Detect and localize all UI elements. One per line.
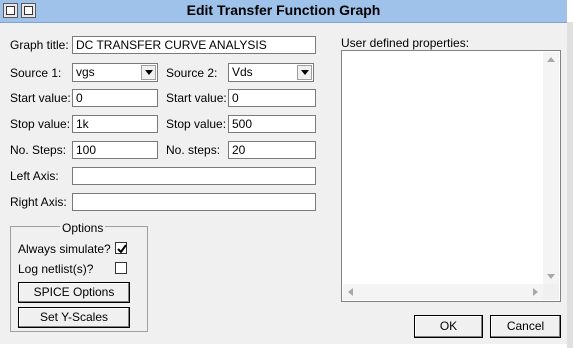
stop-value1-label: Stop value:: [10, 117, 71, 131]
log-netlist-checkbox[interactable]: [115, 262, 127, 274]
vertical-scrollbar[interactable]: [543, 52, 559, 284]
steps1-input[interactable]: [72, 141, 158, 159]
right-axis-input[interactable]: [72, 193, 316, 211]
scroll-up-icon: [547, 57, 555, 62]
always-simulate-checkbox[interactable]: [115, 242, 127, 254]
checkmark-icon: [117, 244, 127, 254]
always-simulate-label: Always simulate?: [18, 242, 111, 256]
left-axis-label: Left Axis:: [10, 169, 59, 183]
edit-transfer-function-dialog: Edit Transfer Function Graph Graph title…: [0, 0, 568, 344]
options-group-title: Options: [60, 221, 106, 235]
user-properties-label: User defined properties:: [341, 36, 470, 50]
source2-dropdown-button[interactable]: [297, 65, 312, 80]
scrollbar-corner: [543, 284, 559, 300]
user-properties-list[interactable]: [341, 50, 561, 302]
stop-value2-input[interactable]: [228, 115, 316, 133]
steps2-label: No. steps:: [166, 143, 221, 157]
background-window-edge: [567, 0, 573, 348]
set-y-scales-button[interactable]: Set Y-Scales: [18, 307, 130, 328]
steps2-input[interactable]: [228, 141, 316, 159]
window-title: Edit Transfer Function Graph: [186, 2, 381, 18]
source2-select[interactable]: Vds: [228, 63, 314, 82]
graph-title-label: Graph title:: [10, 38, 69, 52]
graph-title-input[interactable]: [72, 36, 316, 54]
left-axis-input[interactable]: [72, 167, 316, 185]
steps1-label: No. Steps:: [10, 143, 67, 157]
start-value2-label: Start value:: [166, 91, 227, 105]
right-axis-label: Right Axis:: [10, 195, 67, 209]
title-bar[interactable]: Edit Transfer Function Graph: [0, 0, 567, 23]
horizontal-scrollbar[interactable]: [343, 284, 543, 300]
stop-value1-input[interactable]: [72, 115, 158, 133]
source1-dropdown-button[interactable]: [141, 65, 156, 80]
chevron-down-icon: [145, 70, 153, 75]
scroll-left-icon: [348, 288, 353, 296]
scroll-down-icon: [547, 274, 555, 279]
ok-button[interactable]: OK: [414, 315, 483, 338]
chevron-down-icon: [301, 70, 309, 75]
start-value1-label: Start value:: [10, 91, 71, 105]
spice-options-button[interactable]: SPICE Options: [18, 282, 130, 303]
start-value1-input[interactable]: [72, 89, 158, 107]
source2-label: Source 2:: [166, 66, 218, 80]
cancel-button[interactable]: Cancel: [490, 315, 561, 338]
scroll-right-icon: [533, 288, 538, 296]
source1-label: Source 1:: [10, 66, 62, 80]
start-value2-input[interactable]: [228, 89, 316, 107]
log-netlist-label: Log netlist(s)?: [18, 262, 94, 276]
source2-value: Vds: [232, 65, 253, 79]
source1-value: vgs: [76, 65, 95, 79]
source1-select[interactable]: vgs: [72, 63, 158, 82]
stop-value2-label: Stop value:: [166, 117, 227, 131]
